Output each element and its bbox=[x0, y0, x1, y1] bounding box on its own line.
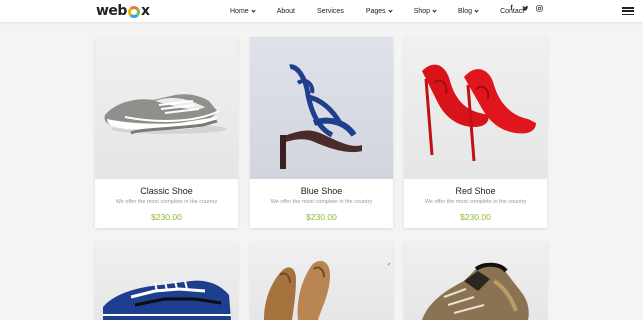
product-price: $230.00 bbox=[460, 212, 491, 222]
card-body: Classic Shoe We offer the most complete … bbox=[95, 179, 238, 228]
card-body: Red Shoe We offer the most complete in t… bbox=[404, 179, 547, 228]
product-name[interactable]: Red Shoe bbox=[404, 186, 547, 196]
chevron-down-icon bbox=[474, 7, 479, 13]
product-description: We offer the most complete in the countr… bbox=[424, 199, 527, 205]
grey-sneaker-image[interactable] bbox=[95, 37, 238, 179]
hamburger-menu-icon[interactable] bbox=[622, 7, 634, 15]
card-body: Blue Shoe We offer the most complete in … bbox=[250, 179, 393, 228]
logo[interactable]: web x bbox=[96, 3, 150, 19]
twitter-icon[interactable] bbox=[522, 5, 529, 14]
product-price: $230.00 bbox=[306, 212, 337, 222]
nav-label: Home bbox=[230, 7, 249, 15]
logo-text-right: x bbox=[140, 3, 150, 19]
product-description: We offer the most complete in the countr… bbox=[270, 199, 373, 205]
chevron-down-icon bbox=[251, 7, 256, 13]
nav-label: Services bbox=[316, 7, 344, 15]
blue-running-shoe-image[interactable] bbox=[95, 241, 238, 320]
nav-item-services[interactable]: Services bbox=[317, 8, 344, 15]
product-card[interactable] bbox=[404, 241, 547, 320]
nav-label: Shop bbox=[413, 7, 431, 15]
nav-item-pages[interactable]: Pages bbox=[365, 7, 393, 15]
chevron-down-icon bbox=[388, 7, 393, 13]
product-name[interactable]: Classic Shoe bbox=[95, 186, 238, 196]
product-card[interactable]: Red Shoe We offer the most complete in t… bbox=[404, 37, 547, 228]
nav-label: Blog bbox=[458, 7, 473, 15]
blue-heel-sandal-image[interactable] bbox=[250, 37, 393, 179]
logo-text-left: web bbox=[96, 3, 127, 19]
main-nav: Home About Services Pages Shop Blog Cont… bbox=[230, 0, 546, 22]
product-price: $230.00 bbox=[151, 212, 182, 222]
product-card[interactable] bbox=[250, 241, 393, 320]
nav-item-home[interactable]: Home bbox=[230, 7, 256, 15]
social-links: f bbox=[508, 5, 543, 14]
nav-label: About bbox=[276, 7, 295, 15]
logo-ring-icon bbox=[127, 6, 140, 18]
product-name[interactable]: Blue Shoe bbox=[250, 186, 393, 196]
product-card[interactable]: Classic Shoe We offer the most complete … bbox=[95, 37, 238, 228]
nav-label: Pages bbox=[365, 7, 386, 15]
nav-item-about[interactable]: About bbox=[277, 8, 295, 15]
nav-item-shop[interactable]: Shop bbox=[413, 7, 437, 15]
facebook-icon[interactable]: f bbox=[508, 5, 515, 14]
instagram-icon[interactable] bbox=[536, 5, 543, 14]
hiking-boot-image[interactable] bbox=[404, 241, 547, 320]
navbar: web x Home About Services Pages Shop Blog… bbox=[0, 0, 643, 22]
nav-item-blog[interactable]: Blog bbox=[458, 7, 479, 15]
product-description: We offer the most complete in the countr… bbox=[115, 199, 218, 205]
tan-heels-image[interactable] bbox=[250, 241, 393, 320]
chevron-down-icon bbox=[432, 7, 437, 13]
product-card[interactable] bbox=[95, 241, 238, 320]
red-stiletto-image[interactable] bbox=[404, 37, 547, 179]
product-card[interactable]: Blue Shoe We offer the most complete in … bbox=[250, 37, 393, 228]
